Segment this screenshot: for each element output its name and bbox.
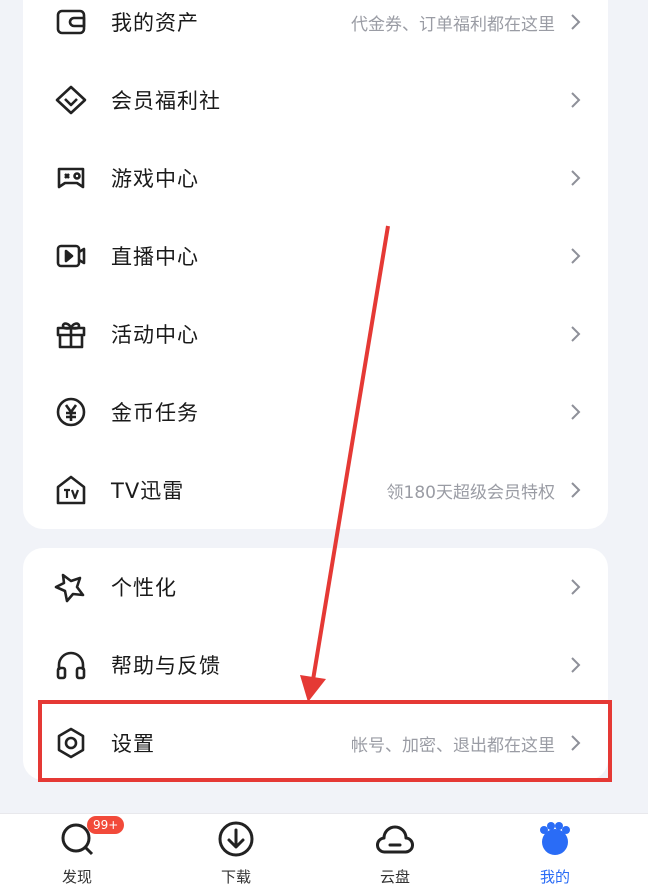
headphones-icon — [53, 647, 89, 683]
nav-tab-profile[interactable]: 我的 — [505, 814, 605, 896]
download-icon — [217, 820, 255, 858]
menu-item-game-center[interactable]: 游戏中心 — [23, 148, 608, 208]
chevron-right-icon — [569, 168, 583, 188]
menu-item-hint: 代金券、订单福利都在这里 — [351, 14, 555, 35]
cloud-icon — [376, 820, 414, 858]
yen-coin-icon — [53, 394, 89, 430]
nav-tab-label: 我的 — [539, 868, 570, 886]
nav-tab-discover[interactable]: 99+ 发现 — [27, 814, 127, 896]
menu-item-activity-center[interactable]: 活动中心 — [23, 304, 608, 364]
notification-badge: 99+ — [87, 816, 125, 834]
nav-tab-label: 发现 — [61, 868, 92, 886]
chevron-right-icon — [569, 246, 583, 266]
gift-icon — [53, 316, 89, 352]
menu-item-help-feedback[interactable]: 帮助与反馈 — [23, 635, 608, 695]
wallet-icon — [53, 4, 89, 40]
menu-item-label: 直播中心 — [111, 245, 199, 269]
chevron-right-icon — [569, 90, 583, 110]
menu-item-tv-xunlei[interactable]: TV迅雷 领180天超级会员特权 — [23, 460, 608, 520]
annotation-highlight-box — [38, 700, 612, 782]
menu-item-live-center[interactable]: 直播中心 — [23, 226, 608, 286]
menu-item-my-assets[interactable]: 我的资产 代金券、订单福利都在这里 — [23, 0, 608, 52]
menu-item-label: 会员福利社 — [111, 89, 221, 113]
menu-item-label: 我的资产 — [111, 11, 199, 35]
nav-tab-download[interactable]: 下载 — [186, 814, 286, 896]
chevron-right-icon — [569, 480, 583, 500]
nav-tab-label: 云盘 — [379, 868, 410, 886]
menu-item-label: 帮助与反馈 — [111, 654, 221, 678]
menu-item-label: TV迅雷 — [111, 479, 185, 503]
menu-item-label: 金币任务 — [111, 401, 199, 425]
menu-item-personalize[interactable]: 个性化 — [23, 557, 608, 617]
nav-tab-cloud[interactable]: 云盘 — [345, 814, 445, 896]
diamond-icon — [53, 82, 89, 118]
chevron-right-icon — [569, 577, 583, 597]
chevron-right-icon — [569, 12, 583, 32]
profile-icon — [536, 820, 574, 858]
tv-house-icon — [53, 472, 89, 508]
star-shape-icon — [53, 569, 89, 605]
menu-item-label: 个性化 — [111, 576, 177, 600]
chevron-right-icon — [569, 402, 583, 422]
chevron-right-icon — [569, 324, 583, 344]
chevron-right-icon — [569, 655, 583, 675]
menu-item-hint: 领180天超级会员特权 — [386, 482, 555, 503]
menu-item-label: 游戏中心 — [111, 167, 199, 191]
menu-card-main: 我的资产 代金券、订单福利都在这里 会员福利社 游戏中心 直播中心 活动中心 金… — [23, 0, 608, 529]
menu-item-label: 活动中心 — [111, 323, 199, 347]
gamepad-icon — [53, 160, 89, 196]
live-video-icon — [53, 238, 89, 274]
menu-item-member-welfare[interactable]: 会员福利社 — [23, 70, 608, 130]
menu-item-coin-tasks[interactable]: 金币任务 — [23, 382, 608, 442]
nav-tab-label: 下载 — [220, 868, 251, 886]
bottom-nav: 99+ 发现 下载 云盘 我的 — [0, 813, 648, 896]
